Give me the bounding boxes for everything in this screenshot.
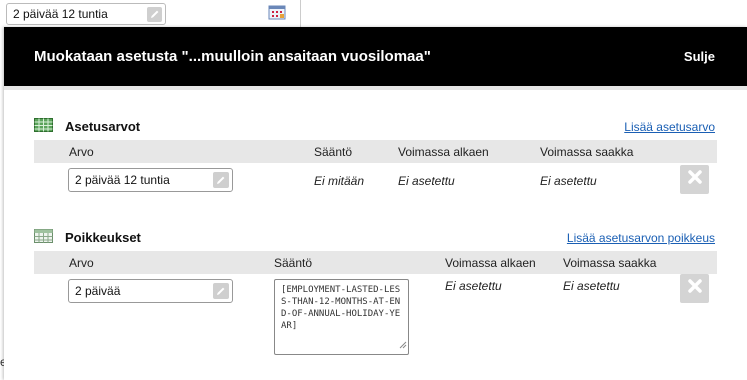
settings-table-header: Arvo Sääntö Voimassa alkaen Voimassa saa… xyxy=(34,140,717,163)
resize-grip-icon[interactable] xyxy=(399,341,407,353)
setting-valid-to-value: Ei asetettu xyxy=(540,174,597,188)
exception-value-text: 2 päivää xyxy=(75,284,121,298)
calendar-icon[interactable] xyxy=(268,4,286,25)
exception-value-field[interactable]: 2 päivää xyxy=(68,279,233,303)
pencil-icon[interactable] xyxy=(147,7,162,28)
column-header-valid-to: Voimassa saakka xyxy=(563,256,657,270)
column-header-rule: Sääntö xyxy=(314,145,353,159)
pencil-icon[interactable] xyxy=(213,172,229,188)
exception-rule-textarea[interactable]: [EMPLOYMENT-LASTED-LESS-THAN-12-MONTHS-A… xyxy=(274,279,409,355)
column-header-valid-from: Voimassa alkaen xyxy=(445,256,536,270)
header-divider xyxy=(4,86,747,90)
add-exception-link[interactable]: Lisää asetusarvon poikkeus xyxy=(567,231,715,245)
column-header-rule: Sääntö xyxy=(274,256,313,270)
delete-exception-button[interactable] xyxy=(680,274,709,303)
column-header-valid-from: Voimassa alkaen xyxy=(398,145,489,159)
close-button[interactable]: Sulje xyxy=(684,49,715,64)
column-header-valid-to: Voimassa saakka xyxy=(540,145,634,159)
delete-setting-button[interactable] xyxy=(680,165,709,194)
setting-valid-from-value: Ei asetettu xyxy=(398,174,455,188)
exception-valid-to-value: Ei asetettu xyxy=(563,279,620,293)
pencil-icon[interactable] xyxy=(213,283,229,299)
settings-section-title: Asetusarvot xyxy=(65,119,141,134)
setting-rule-value: Ei mitään xyxy=(314,174,365,188)
background-value-text: 2 päivää 12 tuntia xyxy=(13,7,108,21)
setting-value-field[interactable]: 2 päivää 12 tuntia xyxy=(68,168,233,192)
background-divider xyxy=(300,0,301,27)
dialog-title: Muokataan asetusta "...muulloin ansaitaa… xyxy=(34,48,431,65)
close-x-icon xyxy=(687,169,703,190)
exceptions-table-header: Arvo Sääntö Voimassa alkaen Voimassa saa… xyxy=(34,251,717,274)
background-value-field[interactable]: 2 päivää 12 tuntia xyxy=(6,3,166,25)
exceptions-section-title: Poikkeukset xyxy=(65,230,141,245)
setting-value-text: 2 päivää 12 tuntia xyxy=(75,173,170,187)
table-grid-icon xyxy=(34,229,53,248)
column-header-value: Arvo xyxy=(69,256,94,270)
table-grid-icon xyxy=(34,118,53,137)
dialog-header: Muokataan asetusta "...muulloin ansaitaa… xyxy=(4,27,747,86)
column-header-value: Arvo xyxy=(69,145,94,159)
exception-valid-from-value: Ei asetettu xyxy=(445,279,502,293)
close-x-icon xyxy=(687,278,703,299)
add-setting-link[interactable]: Lisää asetusarvo xyxy=(624,120,715,134)
exception-rule-text: [EMPLOYMENT-LASTED-LESS-THAN-12-MONTHS-A… xyxy=(281,285,401,331)
edit-setting-dialog: Muokataan asetusta "...muulloin ansaitaa… xyxy=(4,27,747,380)
